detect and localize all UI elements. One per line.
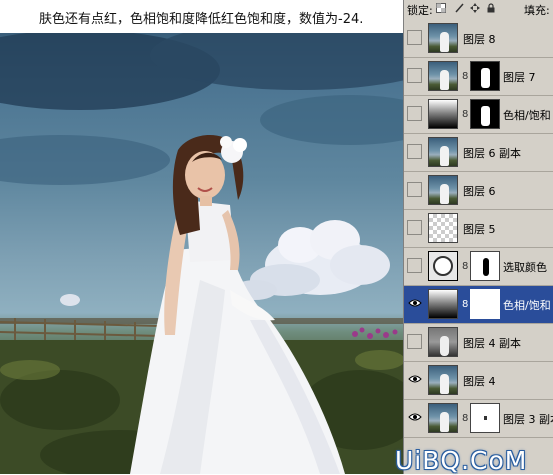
layer-name: 色相/饱和 (503, 299, 551, 312)
layer-row[interactable]: 8 图层 7 (404, 58, 553, 96)
layer-name: 色相/饱和 (503, 109, 551, 122)
layer-name: 图层 6 (463, 185, 496, 198)
layer-name: 图层 6 副本 (463, 147, 521, 160)
visibility-toggle[interactable] (407, 144, 422, 159)
layer-mask-thumbnail[interactable] (470, 289, 500, 319)
move-lock-icon[interactable] (470, 3, 480, 13)
wedding-photo (0, 20, 403, 474)
padlock-icon[interactable] (486, 3, 496, 13)
layer-thumbnail (428, 365, 458, 395)
caption-text: 肤色还有点红，色相饱和度降低红色饱和度，数值为-24. (39, 12, 364, 27)
layer-name: 图层 4 副本 (463, 337, 521, 350)
chain-link-icon[interactable]: 8 (462, 299, 468, 310)
chain-link-icon[interactable]: 8 (462, 71, 468, 82)
layer-row-selected[interactable]: 8 色相/饱和 (404, 286, 553, 324)
chain-link-icon[interactable]: 8 (462, 413, 468, 424)
layer-row[interactable]: 8 色相/饱和 (404, 96, 553, 134)
layer-row[interactable]: 8 图层 3 副本 (404, 400, 553, 438)
photo-canvas: 肤色还有点红，色相饱和度降低红色饱和度，数值为-24. (0, 0, 403, 474)
layer-thumbnail (428, 403, 458, 433)
adjustment-thumbnail (428, 99, 458, 129)
layer-row[interactable]: 8 选取颜色 (404, 248, 553, 286)
brush-lock-icon[interactable] (454, 3, 464, 13)
layers-panel: 锁定: 填充: 图层 8 8 图层 7 8 色相/饱和 图层 6 副本 图层 6… (403, 0, 553, 474)
chain-link-icon[interactable]: 8 (462, 109, 468, 120)
layer-thumbnail (428, 61, 458, 91)
visibility-toggle[interactable] (407, 220, 422, 235)
layer-name: 图层 8 (463, 33, 496, 46)
layer-name: 图层 3 副本 (503, 413, 553, 426)
eye-icon[interactable] (408, 374, 422, 384)
layer-mask-thumbnail[interactable] (470, 251, 500, 281)
bride (130, 134, 345, 474)
layer-thumbnail (428, 175, 458, 205)
visibility-toggle[interactable] (407, 106, 422, 121)
layer-thumbnail (428, 23, 458, 53)
lock-label: 锁定: (407, 4, 433, 17)
layer-mask-thumbnail[interactable] (470, 99, 500, 129)
layer-name: 图层 5 (463, 223, 496, 236)
eye-icon[interactable] (408, 298, 422, 308)
layer-thumbnail (428, 137, 458, 167)
fill-label: 填充: (524, 4, 550, 17)
layer-name: 图层 4 (463, 375, 496, 388)
layer-row[interactable]: 图层 8 (404, 20, 553, 58)
transparent-layer-thumbnail (428, 213, 458, 243)
layer-row[interactable]: 图层 4 (404, 362, 553, 400)
visibility-toggle[interactable] (407, 182, 422, 197)
visibility-toggle[interactable] (407, 258, 422, 273)
layer-list: 图层 8 8 图层 7 8 色相/饱和 图层 6 副本 图层 6 图层 5 8 … (404, 20, 553, 438)
layer-row[interactable]: 图层 6 副本 (404, 134, 553, 172)
adjustment-thumbnail (428, 289, 458, 319)
layer-row[interactable]: 图层 5 (404, 210, 553, 248)
layer-row[interactable]: 图层 6 (404, 172, 553, 210)
eye-icon[interactable] (408, 412, 422, 422)
layer-name: 图层 7 (503, 71, 536, 84)
chain-link-icon[interactable]: 8 (462, 261, 468, 272)
layer-thumbnail (428, 327, 458, 357)
visibility-toggle[interactable] (407, 334, 422, 349)
visibility-toggle[interactable] (407, 68, 422, 83)
selective-color-thumbnail (428, 251, 458, 281)
layer-name: 选取颜色 (503, 261, 547, 274)
transparent-lock-icon[interactable] (436, 3, 446, 13)
site-watermark: UiBQ.CoM (395, 446, 528, 475)
layer-row[interactable]: 图层 4 副本 (404, 324, 553, 362)
visibility-toggle[interactable] (407, 30, 422, 45)
layer-mask-thumbnail[interactable] (470, 403, 500, 433)
flowers (352, 327, 398, 339)
layer-mask-thumbnail[interactable] (470, 61, 500, 91)
lock-toolbar: 锁定: 填充: (404, 0, 553, 17)
